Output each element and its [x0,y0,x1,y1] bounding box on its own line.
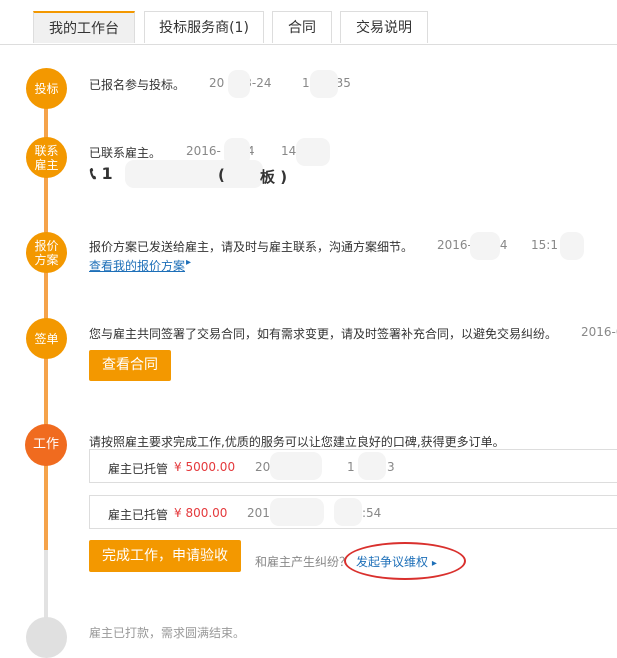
phone-icon: 📞︎ [90,164,96,184]
step-badge-contact: 联系 雇主 [26,137,67,178]
redaction [228,160,260,188]
step-quote-time: 15:1 [531,238,558,252]
payment-time: :54 [362,506,382,520]
step-final-text: 雇主已打款，需求圆满结束。 [89,626,246,640]
redaction [296,138,330,166]
redaction [470,232,500,260]
caret-right-icon: ▸ [186,257,192,268]
redaction [560,232,584,260]
step-contact-time: 14 [281,144,297,158]
view-contract-button[interactable]: 查看合同 [89,350,171,381]
redaction [334,498,362,526]
employer-phone: 📞︎ 1 [90,164,113,184]
payment-amount: ¥ 800.00 [174,506,228,520]
payment-time: 1 [347,460,355,474]
view-quote-link[interactable]: 查看我的报价方案 [89,257,185,274]
complete-work-button[interactable]: 完成工作，申请验收 [89,540,241,572]
redaction [270,452,322,480]
payment-label: 雇主已托管 [108,508,169,522]
step-sign-text: 您与雇主共同签署了交易合同，如有需求变更，请及时签署补充合同，以避免交易纠纷。 [89,327,558,341]
payment-date: 201 [247,506,270,520]
payment-label: 雇主已托管 [108,462,169,476]
phone-paren: ( [218,166,225,184]
payment-amount: ¥ 5000.00 [174,460,236,474]
step-badge-bid: 投标 [26,68,67,109]
redaction [310,70,338,98]
redaction [228,70,250,98]
payment-row: 雇主已托管 ¥ 800.00 201 :54 [89,495,617,529]
payment-time-end: 3 [387,460,395,474]
payment-date: 20 [255,460,271,474]
tab-contract[interactable]: 合同 [272,11,332,43]
redaction [358,452,386,480]
highlight-ring [344,542,466,580]
payment-row: 雇主已托管 ¥ 5000.00 20 1 3 [89,449,617,483]
step-badge-sign: 签单 [26,318,67,359]
employer-phone-suffix: 板 ) [260,168,288,186]
step-badge-work: 工作 [25,424,67,466]
step-work-text: 请按照雇主要求完成工作,优质的服务可以让您建立良好的口碑,获得更多订单。 [89,435,505,449]
dispute-question: 和雇主产生纠纷？ [255,555,352,569]
tab-bar: 我的工作台 投标服务商(1) 合同 交易说明 [0,0,617,45]
step-bid-text: 已报名参与投标。 [89,78,186,92]
tab-bidders[interactable]: 投标服务商(1) [144,11,264,43]
step-contact-text: 已联系雇主。 [89,146,162,160]
redaction [270,498,324,526]
tab-my-workbench[interactable]: 我的工作台 [33,11,135,43]
tab-trade-info[interactable]: 交易说明 [340,11,428,43]
step-sign-date: 2016-0 [581,325,617,339]
step-badge-quote: 报价 方案 [26,232,67,273]
step-quote-text: 报价方案已发送给雇主，请及时与雇主联系，沟通方案细节。 [89,240,414,254]
